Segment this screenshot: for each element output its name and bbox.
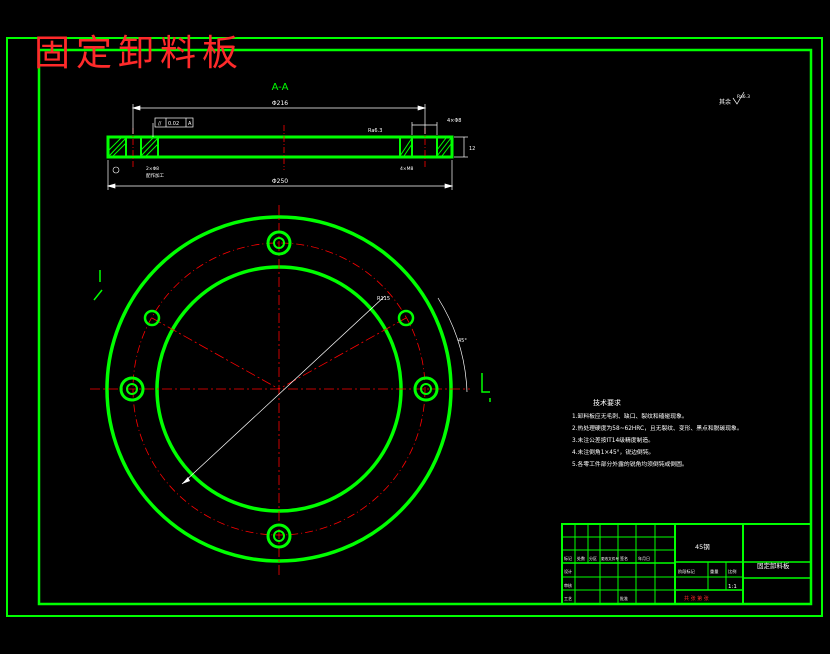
note-item: 1.卸料板应无毛刺、缺口、裂纹和磕碰现象。	[572, 412, 688, 420]
tb-label: 年月日	[638, 555, 650, 561]
dim-top-width: Φ216	[272, 100, 288, 107]
dim-bottom-width: Φ250	[272, 178, 288, 185]
background	[0, 0, 830, 654]
sheet-info: 共 张 第 张	[684, 595, 709, 602]
note-item: 3.未注公差按IT14级精度制造。	[572, 436, 654, 444]
material: 45钢	[695, 543, 710, 551]
ra-top: Ra6.3	[368, 128, 382, 134]
stage-label: 阶段标记	[678, 568, 696, 575]
angle-label: 45°	[458, 338, 467, 344]
dim-thickness: 12	[469, 146, 475, 152]
small-note: 配作加工	[146, 172, 164, 179]
roughness-other: 其余	[719, 98, 731, 106]
radius-label: R115	[377, 296, 390, 302]
designer-row: 设计	[564, 568, 572, 574]
drawing-title: 固定卸料板	[34, 33, 245, 74]
note-item: 2.热处理硬度为58~62HRC，且无裂纹、变形、黑点和脱碳现象。	[572, 424, 743, 432]
small-dim-2: 4×M8	[400, 166, 414, 172]
scale: 1:1	[728, 584, 737, 590]
flatness-value: 0.02	[168, 121, 179, 127]
process-row: 工艺	[564, 596, 572, 601]
svg-text://: //	[158, 121, 162, 127]
notes-heading: 技术要求	[593, 398, 621, 407]
weight-label: 重量	[710, 568, 718, 575]
small-dim-1: 2×Φ8	[146, 166, 159, 172]
drawing-sheet: A-A Φ216 Φ250 12 4×Φ8 // 0.02 A 2×Φ8 配作加…	[0, 0, 830, 654]
dim-hole: 4×Φ8	[447, 118, 462, 124]
tb-label: 处数	[577, 555, 585, 561]
tb-label: 更改文件号	[601, 556, 619, 561]
tb-label: 标记	[564, 555, 572, 561]
roughness-value: Ra6.3	[737, 94, 750, 100]
section-label: A-A	[272, 82, 289, 93]
part-name: 固定卸料板	[757, 561, 790, 570]
review-row: 审核	[564, 582, 572, 588]
tb-label: 分区	[589, 555, 597, 561]
flatness-datum: A	[188, 121, 192, 127]
note-item: 5.各零工件部分外露的锐角均须倒钝或倒圆。	[572, 460, 688, 468]
note-item: 4.未注倒角1×45°，锐边倒钝。	[572, 448, 654, 456]
tb-label: 签名	[620, 555, 628, 561]
scale-label: 比例	[728, 568, 736, 575]
approve-row: 批准	[620, 595, 628, 601]
